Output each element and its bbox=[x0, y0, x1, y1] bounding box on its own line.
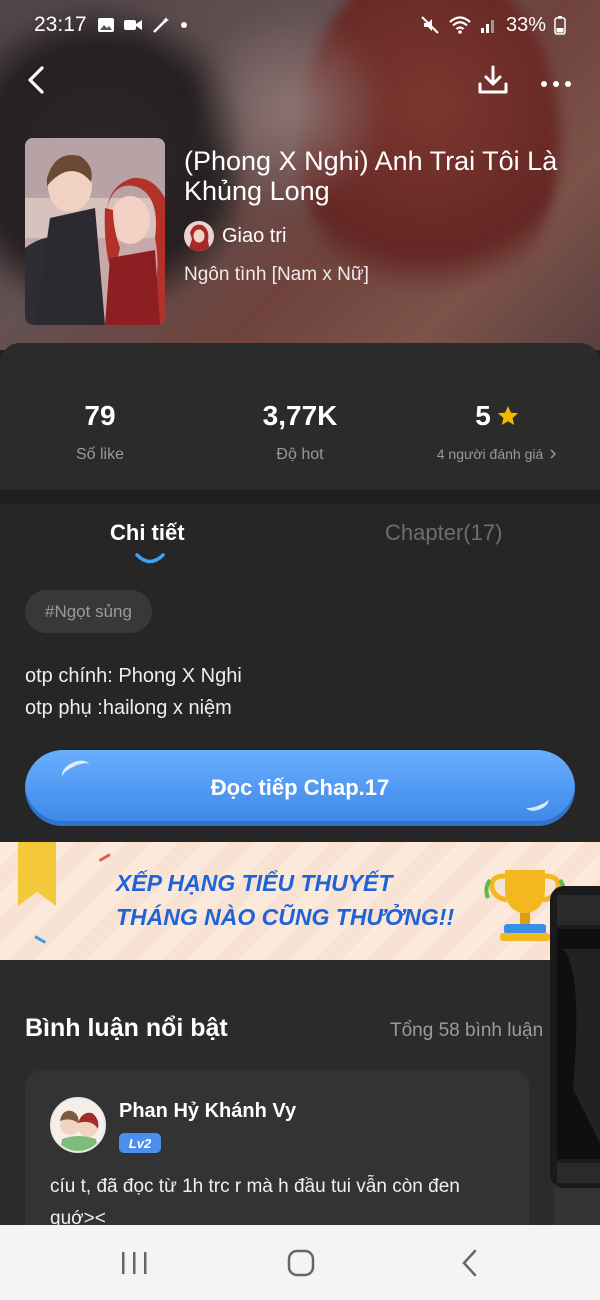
download-icon[interactable] bbox=[476, 62, 510, 98]
comic-cover-image[interactable] bbox=[25, 138, 165, 325]
comic-genre: Ngôn tình [Nam x Nữ] bbox=[184, 264, 369, 285]
floating-video-preview[interactable] bbox=[550, 886, 600, 1188]
top-navigation bbox=[0, 58, 600, 102]
continue-reading-label: Đọc tiếp Chap.17 bbox=[210, 775, 390, 800]
description-line: otp chính: Phong X Nghi bbox=[25, 665, 242, 687]
status-time: 23:17 bbox=[34, 13, 87, 36]
author-row[interactable]: Giao tri bbox=[184, 220, 286, 252]
battery-percent: 33% bbox=[505, 13, 546, 36]
banner-line-2: THÁNG NÀO CŨNG THƯỞNG!! bbox=[116, 904, 455, 930]
banner-line-1: XẾP HẠNG TIỂU THUYẾT bbox=[116, 870, 393, 896]
comments-total[interactable]: Tổng 58 bình luận bbox=[390, 1020, 543, 1042]
author-name: Giao tri bbox=[222, 224, 287, 247]
chevron-right-icon bbox=[550, 449, 557, 459]
tab-active-indicator bbox=[135, 553, 165, 564]
dot-icon bbox=[180, 22, 187, 28]
gallery-icon bbox=[97, 18, 114, 32]
system-back-icon[interactable] bbox=[458, 1248, 482, 1278]
avatar[interactable] bbox=[50, 1097, 106, 1153]
likes-label: Số like bbox=[75, 446, 125, 463]
comic-title: (Phong X Nghi) Anh Trai Tôi Là Khủng Lon… bbox=[184, 146, 558, 206]
wifi-icon bbox=[449, 16, 471, 34]
genre-tag[interactable]: #Ngọt sủng bbox=[25, 590, 152, 633]
comic-description: otp chính: Phong X Nghi otp phụ :hailong… bbox=[25, 660, 242, 724]
description-line: otp phụ :hailong x niệm bbox=[25, 697, 232, 719]
comment-username[interactable]: Phan Hỷ Khánh Vy bbox=[119, 1100, 296, 1123]
more-options-icon[interactable] bbox=[538, 62, 574, 98]
tab-detail[interactable]: Chi tiết bbox=[110, 520, 185, 546]
mute-icon bbox=[421, 16, 439, 34]
signal-icon bbox=[480, 20, 494, 33]
hot-count: 3,77K bbox=[262, 400, 338, 431]
tab-chapter[interactable]: Chapter(17) bbox=[385, 520, 502, 546]
video-icon bbox=[123, 20, 142, 30]
continue-reading-button[interactable]: Đọc tiếp Chap.17 bbox=[25, 750, 575, 826]
author-avatar bbox=[184, 221, 214, 251]
back-arrow-icon[interactable] bbox=[22, 62, 52, 98]
battery-icon bbox=[554, 16, 566, 35]
divider bbox=[0, 490, 600, 504]
comments-heading: Bình luận nổi bật bbox=[25, 1014, 228, 1042]
recent-apps-icon[interactable] bbox=[118, 1250, 150, 1276]
hot-label: Độ hot bbox=[276, 446, 324, 463]
magic-wand-icon bbox=[152, 17, 169, 33]
rating-value: 5 bbox=[475, 400, 491, 431]
likes-count: 79 bbox=[84, 400, 116, 431]
user-level-badge: Lv2 bbox=[119, 1133, 161, 1153]
home-icon[interactable] bbox=[286, 1249, 316, 1277]
hot-stat: 3,77K Độ hot bbox=[200, 398, 400, 464]
star-icon bbox=[497, 406, 518, 425]
likes-stat: 79 Số like bbox=[0, 398, 200, 464]
rating-count-label: 4 người đánh giá bbox=[436, 446, 544, 462]
rating-stat[interactable]: 5 4 người đánh giá bbox=[397, 398, 597, 462]
status-bar: 23:17 33% bbox=[0, 0, 600, 50]
ribbon-icon bbox=[18, 842, 56, 906]
